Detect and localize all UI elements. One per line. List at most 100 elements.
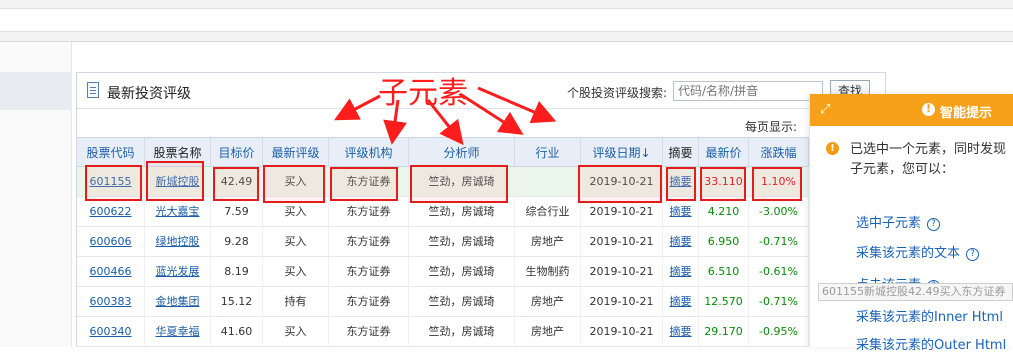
cell-rating: 买入 bbox=[263, 317, 329, 347]
cell-date: 2019-10-21 bbox=[581, 257, 663, 287]
cell-code[interactable]: 600466 bbox=[77, 257, 145, 287]
panel-header: 最新投资评级 个股投资评级搜索: 查找 bbox=[77, 73, 885, 109]
cell-rating: 买入 bbox=[263, 167, 329, 197]
cell-change: -0.71% bbox=[749, 227, 809, 257]
header-change[interactable]: 涨跌幅 bbox=[749, 138, 809, 168]
cell-code[interactable]: 600606 bbox=[77, 227, 145, 257]
cell-change: 1.10% bbox=[749, 167, 809, 197]
cell-agency: 东方证券 bbox=[329, 227, 409, 257]
header-summary: 摘要 bbox=[663, 138, 699, 168]
option-label[interactable]: 采集该元素的Inner Html bbox=[856, 310, 1003, 325]
option-select-children[interactable]: 选中子元素? bbox=[856, 212, 941, 231]
cell-target: 8.19 bbox=[211, 257, 263, 287]
cell-code[interactable]: 600383 bbox=[77, 287, 145, 317]
cell-agency: 东方证券 bbox=[329, 287, 409, 317]
smart-hint-title: 智能提示 bbox=[940, 106, 993, 121]
option-label[interactable]: 采集该元素的Outer Html bbox=[856, 338, 1006, 353]
cell-rating: 买入 bbox=[263, 257, 329, 287]
cell-target: 41.60 bbox=[211, 317, 263, 347]
header-industry[interactable]: 行业 bbox=[515, 138, 581, 168]
cell-target: 9.28 bbox=[211, 227, 263, 257]
cell-code[interactable]: 600340 bbox=[77, 317, 145, 347]
table-row[interactable]: 600466 蓝光发展 8.19 买入 东方证券 竺劲，房诚琦 生物制药 201… bbox=[77, 257, 887, 287]
cell-industry: 生物制药 bbox=[515, 257, 581, 287]
cell-date: 2019-10-21 bbox=[581, 287, 663, 317]
cell-name[interactable]: 光大嘉宝 bbox=[145, 197, 211, 227]
header-price[interactable]: 最新价 bbox=[699, 138, 749, 168]
table-row[interactable]: 600383 金地集团 15.12 持有 东方证券 竺劲，房诚琦 房地产 201… bbox=[77, 287, 887, 317]
header-analyst[interactable]: 分析师 bbox=[409, 138, 515, 168]
cell-industry: 综合行业 bbox=[515, 197, 581, 227]
search-input[interactable] bbox=[673, 81, 823, 101]
cell-rating: 买入 bbox=[263, 227, 329, 257]
header-date[interactable]: 评级日期↓ bbox=[581, 138, 663, 168]
header-agency[interactable]: 评级机构 bbox=[329, 138, 409, 168]
info-icon: ! bbox=[826, 142, 839, 155]
element-tooltip: 601155新城控股42.49买入东方证券 bbox=[818, 283, 1013, 301]
cell-agency: 东方证券 bbox=[329, 167, 409, 197]
left-sidebar bbox=[0, 42, 72, 347]
cell-industry: 房地产 bbox=[515, 287, 581, 317]
header-code[interactable]: 股票代码 bbox=[77, 138, 145, 168]
cell-analyst: 竺劲，房诚琦 bbox=[409, 167, 515, 197]
help-icon[interactable]: ? bbox=[966, 248, 980, 261]
cell-analyst: 竺劲，房诚琦 bbox=[409, 317, 515, 347]
search-label: 个股投资评级搜索: bbox=[567, 86, 668, 100]
cell-analyst: 竺劲，房诚琦 bbox=[409, 227, 515, 257]
cell-rating: 持有 bbox=[263, 287, 329, 317]
cell-date: 2019-10-21 bbox=[581, 197, 663, 227]
smart-hint-header: ⤢ 智能提示 bbox=[810, 94, 1013, 126]
option-collect-text[interactable]: 采集该元素的文本? bbox=[856, 242, 980, 261]
help-icon[interactable]: ? bbox=[927, 218, 941, 231]
cell-analyst: 竺劲，房诚琦 bbox=[409, 257, 515, 287]
cell-name[interactable]: 绿地控股 bbox=[145, 227, 211, 257]
cell-industry bbox=[515, 167, 581, 197]
cell-summary[interactable]: 摘要 bbox=[663, 167, 699, 197]
cell-name[interactable]: 金地集团 bbox=[145, 287, 211, 317]
cell-summary[interactable]: 摘要 bbox=[663, 257, 699, 287]
cell-code[interactable]: 600622 bbox=[77, 197, 145, 227]
cell-rating: 买入 bbox=[263, 197, 329, 227]
address-strip bbox=[0, 8, 1013, 32]
cell-summary[interactable]: 摘要 bbox=[663, 317, 699, 347]
panel-title: 最新投资评级 bbox=[107, 86, 191, 102]
option-collect-inner-html[interactable]: 采集该元素的Inner Html bbox=[856, 306, 1003, 325]
header-name: 股票名称 bbox=[145, 138, 211, 168]
cell-target: 7.59 bbox=[211, 197, 263, 227]
cell-industry: 房地产 bbox=[515, 227, 581, 257]
cell-date: 2019-10-21 bbox=[581, 317, 663, 347]
cell-summary[interactable]: 摘要 bbox=[663, 197, 699, 227]
cell-summary[interactable]: 摘要 bbox=[663, 227, 699, 257]
cell-summary[interactable]: 摘要 bbox=[663, 287, 699, 317]
table-row[interactable]: 600622 光大嘉宝 7.59 买入 东方证券 竺劲，房诚琦 综合行业 201… bbox=[77, 197, 887, 227]
cell-code[interactable]: 601155 bbox=[77, 167, 145, 197]
cell-price: 6.950 bbox=[699, 227, 749, 257]
table-header: 股票代码 股票名称 目标价 最新评级 评级机构 分析师 行业 评级日期↓ 摘要 … bbox=[77, 137, 887, 168]
option-collect-outer-html[interactable]: 采集该元素的Outer Html bbox=[856, 334, 1006, 353]
option-label[interactable]: 采集该元素的文本 bbox=[856, 246, 960, 261]
cell-agency: 东方证券 bbox=[329, 257, 409, 287]
header-rating[interactable]: 最新评级 bbox=[263, 138, 329, 168]
investment-rating-panel: 最新投资评级 个股投资评级搜索: 查找 每页显示: 股票代码 股票名称 目标价 … bbox=[76, 72, 887, 347]
cell-date: 2019-10-21 bbox=[581, 167, 663, 197]
table-row[interactable]: 600340 华夏幸福 41.60 买入 东方证券 竺劲，房诚琦 房地产 201… bbox=[77, 317, 887, 347]
per-page-label: 每页显示: bbox=[745, 120, 798, 134]
cell-date: 2019-10-21 bbox=[581, 227, 663, 257]
smart-hint-panel: ⤢ 智能提示 ! 已选中一个元素，同时发现子元素，您可以： 选中子元素? 采集该… bbox=[809, 94, 1013, 353]
cell-price: 29.170 bbox=[699, 317, 749, 347]
header-target[interactable]: 目标价 bbox=[211, 138, 263, 168]
cell-price: 12.570 bbox=[699, 287, 749, 317]
option-label[interactable]: 选中子元素 bbox=[856, 216, 921, 231]
lightbulb-icon bbox=[922, 102, 935, 116]
annotation-callout: 子元素 bbox=[378, 76, 468, 111]
cell-name[interactable]: 蓝光发展 bbox=[145, 257, 211, 287]
cell-name[interactable]: 新城控股 bbox=[145, 167, 211, 197]
cell-name[interactable]: 华夏幸福 bbox=[145, 317, 211, 347]
expand-icon[interactable]: ⤢ bbox=[820, 102, 830, 117]
table-row[interactable]: 601155 新城控股 42.49 买入 东方证券 竺劲，房诚琦 2019-10… bbox=[77, 167, 887, 197]
cell-change: -0.95% bbox=[749, 317, 809, 347]
cell-change: -0.61% bbox=[749, 257, 809, 287]
cell-price: 4.210 bbox=[699, 197, 749, 227]
cell-agency: 东方证券 bbox=[329, 197, 409, 227]
table-row[interactable]: 600606 绿地控股 9.28 买入 东方证券 竺劲，房诚琦 房地产 2019… bbox=[77, 227, 887, 257]
